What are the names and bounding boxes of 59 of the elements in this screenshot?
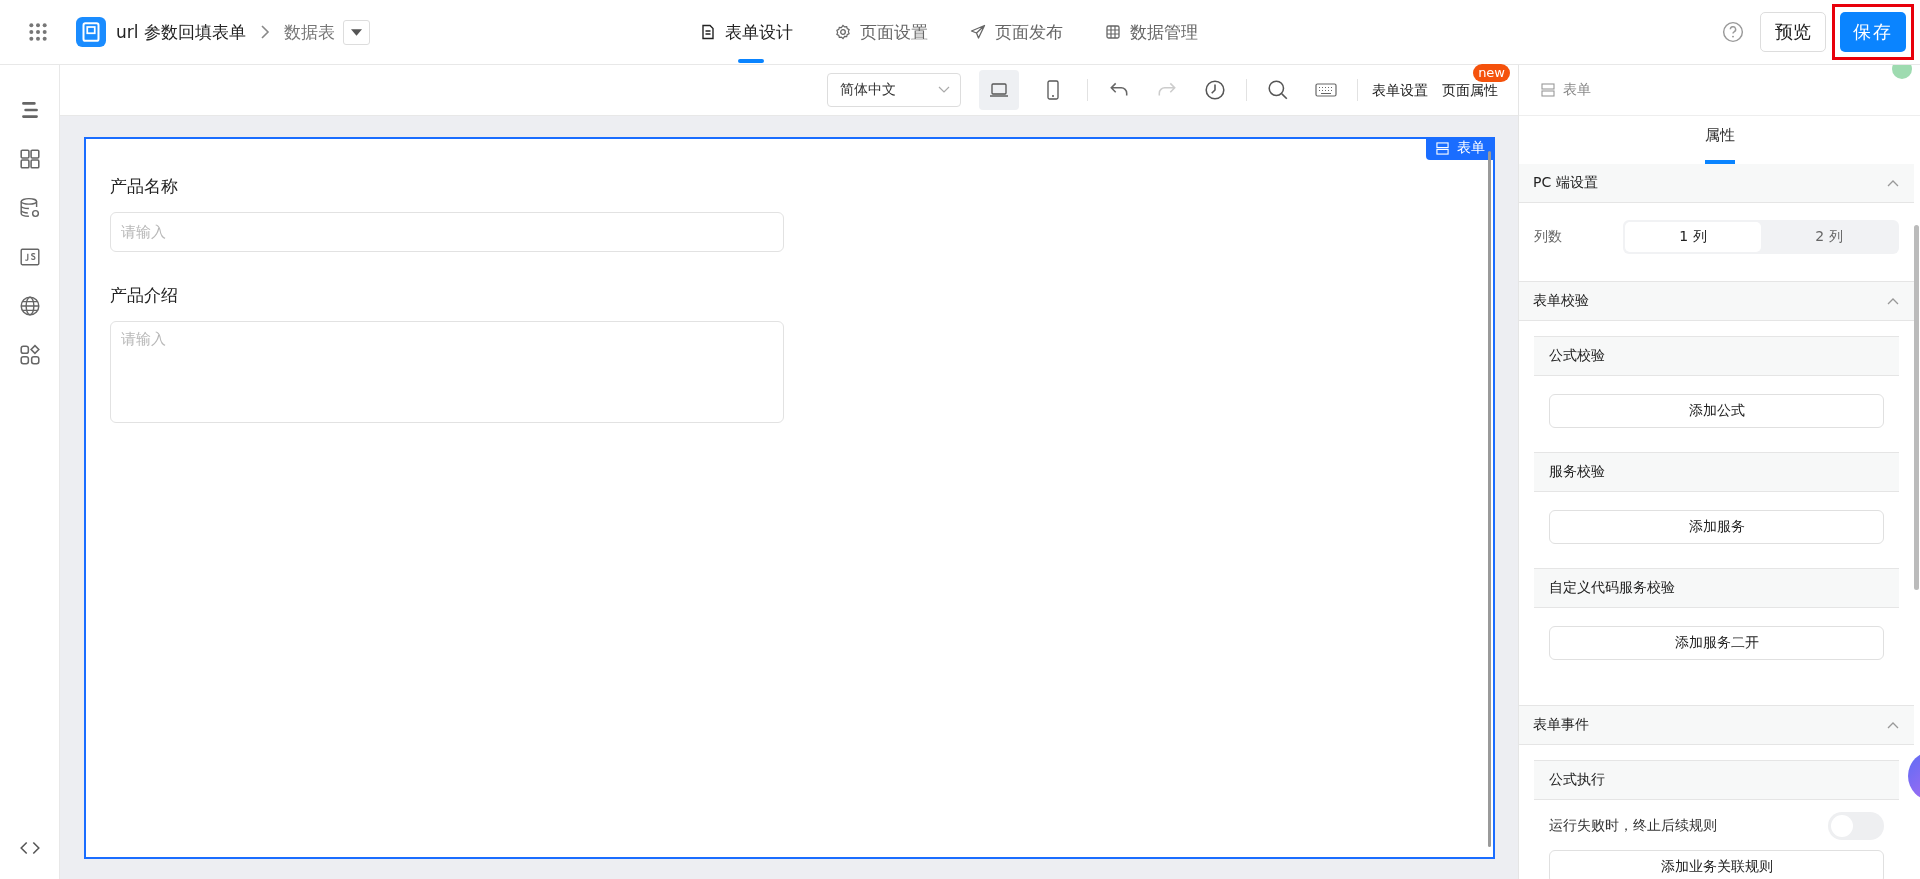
table-icon (1105, 24, 1121, 40)
row-label: 列数 (1534, 228, 1562, 246)
breadcrumb-item[interactable]: 数据表 (283, 20, 335, 44)
help-icon[interactable] (1722, 21, 1744, 43)
nav-tab[interactable]: 表单设计 (700, 0, 793, 64)
add-button[interactable]: 添加业务关联规则 (1549, 850, 1884, 879)
form-icon (1541, 83, 1555, 97)
component-name: 表单 (1563, 81, 1591, 99)
section-header[interactable]: 表单事件 (1519, 705, 1914, 745)
document-icon (700, 24, 716, 40)
scrollbar[interactable] (1914, 225, 1919, 590)
section-title: 表单事件 (1533, 716, 1589, 734)
apps-icon[interactable] (18, 344, 41, 366)
status-dot (1892, 65, 1912, 79)
nav-tab[interactable]: 数据管理 (1105, 0, 1198, 64)
textarea-field[interactable]: 请输入 (110, 321, 784, 423)
subsection-title: 公式校验 (1549, 347, 1605, 365)
field-label: 产品名称 (110, 175, 179, 198)
search-icon[interactable] (1267, 79, 1289, 101)
save-button[interactable]: 保存 (1840, 12, 1906, 52)
new-badge: new (1473, 64, 1510, 82)
components-icon[interactable] (18, 148, 41, 170)
javascript-icon[interactable] (18, 246, 41, 268)
toolbar-link[interactable]: 页面属性 (1442, 82, 1498, 98)
field-label: 产品介绍 (110, 284, 179, 307)
add-button[interactable]: 添加服务二开 (1549, 626, 1884, 660)
add-button[interactable]: 添加公式 (1549, 394, 1884, 428)
history-icon[interactable] (1204, 79, 1226, 101)
segment-option[interactable]: 1 列 (1625, 222, 1761, 252)
app-logo-icon (76, 17, 106, 47)
segment-option[interactable]: 2 列 (1761, 222, 1897, 252)
paper-plane-icon (970, 24, 986, 40)
toolbar-link[interactable]: 表单设置 (1372, 82, 1428, 98)
chevron-down-icon (938, 86, 950, 94)
section-header[interactable]: PC 端设置 (1519, 164, 1914, 203)
chevron-right-icon (259, 24, 270, 40)
globe-icon[interactable] (18, 295, 41, 317)
toggle-label: 运行失败时，终止后续规则 (1549, 817, 1717, 835)
subsection-title: 自定义代码服务校验 (1549, 579, 1675, 597)
section-title: 表单校验 (1533, 292, 1589, 310)
preview-button[interactable]: 预览 (1760, 12, 1826, 52)
scrollbar[interactable] (1488, 151, 1491, 847)
caret-icon (350, 28, 362, 36)
database-settings-icon[interactable] (18, 197, 41, 219)
nav-tab[interactable]: 页面发布 (970, 0, 1063, 64)
section-header[interactable]: 表单校验 (1519, 281, 1914, 321)
subsection-title: 服务校验 (1549, 463, 1605, 481)
settings-icon (835, 24, 851, 40)
dropdown-button[interactable] (342, 19, 370, 45)
subsection-title: 公式执行 (1549, 771, 1605, 789)
add-button[interactable]: 添加服务 (1549, 510, 1884, 544)
form-badge: 表单 (1426, 137, 1495, 160)
laptop-icon[interactable] (979, 70, 1019, 110)
app-title: url 参数回填表单 (116, 20, 246, 44)
input-field[interactable]: 请输入 (110, 212, 784, 252)
language-select[interactable]: 简体中文 (827, 73, 961, 107)
section-title: PC 端设置 (1533, 174, 1598, 192)
nav-tab[interactable]: 页面设置 (835, 0, 928, 64)
app-grid-icon[interactable] (28, 22, 48, 42)
